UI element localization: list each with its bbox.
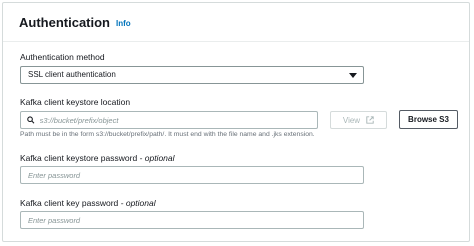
- keystore-location-field[interactable]: [20, 111, 318, 129]
- keystore-password-label-text: Kafka client keystore password: [20, 153, 138, 163]
- key-password-input[interactable]: [23, 215, 363, 225]
- panel-title: Authentication: [19, 14, 110, 30]
- key-password-label: Kafka client key password - optional: [20, 198, 156, 208]
- key-password-optional: - optional: [120, 198, 156, 208]
- auth-method-select[interactable]: SSL client authentication: [20, 66, 364, 84]
- view-button[interactable]: View: [330, 111, 387, 129]
- caret-down-icon: [349, 73, 357, 78]
- keystore-password-input[interactable]: [23, 170, 363, 180]
- search-icon: [27, 116, 35, 124]
- auth-method-label: Authentication method: [20, 52, 105, 62]
- external-link-icon: [366, 116, 374, 124]
- key-password-label-text: Kafka client key password: [20, 198, 119, 208]
- keystore-location-hint: Path must be in the form s3://bucket/pre…: [20, 131, 315, 138]
- auth-method-value: SSL client authentication: [28, 70, 116, 79]
- browse-s3-button[interactable]: Browse S3: [399, 110, 458, 129]
- keystore-location-input[interactable]: [34, 115, 317, 125]
- info-link[interactable]: Info: [116, 19, 131, 28]
- keystore-password-optional: - optional: [139, 153, 175, 163]
- keystore-password-field[interactable]: [20, 166, 364, 184]
- keystore-location-label: Kafka client keystore location: [20, 97, 131, 107]
- keystore-password-label: Kafka client keystore password - optiona…: [20, 153, 175, 163]
- key-password-field[interactable]: [20, 211, 364, 229]
- panel-header: Authentication Info: [3, 3, 469, 42]
- authentication-panel: Authentication Info Authentication metho…: [2, 2, 470, 242]
- view-button-label: View: [342, 115, 361, 125]
